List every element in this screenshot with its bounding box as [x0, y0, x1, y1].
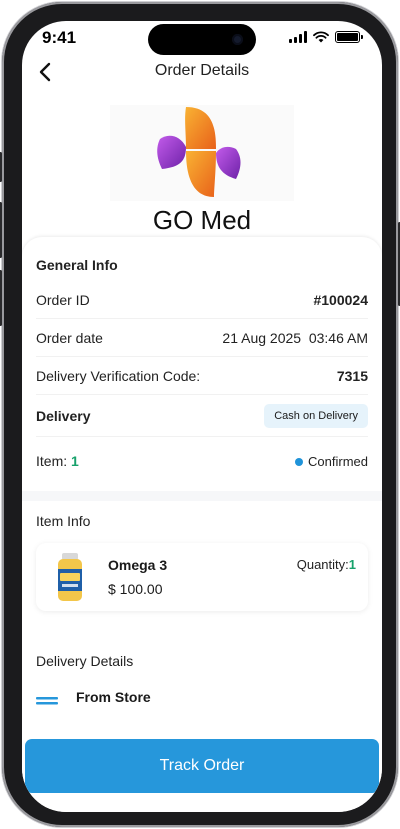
battery-icon: [335, 31, 363, 43]
delivery-row: Delivery Cash on Delivery: [36, 395, 368, 437]
track-order-button[interactable]: Track Order: [25, 739, 379, 793]
store-icon: [36, 697, 58, 705]
front-camera-icon: [232, 34, 243, 45]
item-quantity-label: Quantity:: [296, 557, 349, 572]
order-status-label: Confirmed: [308, 453, 368, 469]
brand-header: GO Med: [22, 101, 382, 241]
delivery-details-section: Delivery Details From Store: [22, 611, 382, 705]
omega-3-bottle-icon: [58, 553, 82, 601]
item-info-section: Item Info Omega 3 $ 100.00 Quantity:1: [22, 501, 382, 611]
top-app-bar: Order Details: [22, 57, 382, 91]
wifi-icon: [313, 31, 329, 43]
volume-up-button: [0, 202, 2, 258]
dynamic-island: [148, 24, 256, 55]
item-quantity-value: 1: [348, 557, 356, 572]
phone-frame: 9:41 Order Details GO Med General Info O…: [0, 2, 400, 827]
delivery-label: Delivery: [36, 407, 91, 424]
item-count: Item: 1: [36, 453, 79, 469]
app-screen: 9:41 Order Details GO Med General Info O…: [22, 21, 382, 812]
item-count-value: 1: [71, 453, 79, 469]
delivery-details-title: Delivery Details: [36, 653, 134, 669]
mute-switch: [0, 152, 2, 182]
order-id-value: #100024: [313, 291, 368, 308]
order-id-label: Order ID: [36, 291, 90, 308]
payment-method-badge: Cash on Delivery: [264, 403, 368, 428]
order-date-value: 21 Aug 2025 03:46 AM: [222, 329, 368, 346]
verification-code-value: 7315: [336, 367, 368, 384]
verification-code-row: Delivery Verification Code: 7315: [36, 357, 368, 395]
general-info-title: General Info: [36, 257, 118, 273]
item-info-title: Item Info: [36, 513, 91, 529]
verification-code-label: Delivery Verification Code:: [36, 367, 201, 384]
status-time: 9:41: [42, 28, 77, 47]
go-med-logo: [110, 105, 294, 201]
order-details-sheet: General Info Order ID #100024 Order date…: [22, 237, 382, 812]
item-count-label: Item:: [36, 453, 68, 469]
general-info-section: General Info Order ID #100024 Order date…: [22, 237, 382, 485]
page-title: Order Details: [154, 62, 250, 79]
status-icons: [289, 31, 363, 43]
from-store-label: From Store: [76, 689, 151, 705]
item-card[interactable]: Omega 3 $ 100.00 Quantity:1: [36, 543, 368, 611]
order-status: Confirmed: [295, 454, 368, 469]
section-divider: [22, 491, 382, 501]
from-store-row: From Store: [36, 689, 368, 705]
item-name: Omega 3: [108, 557, 168, 573]
status-bar: 9:41: [22, 21, 382, 57]
item-price: $ 100.00: [108, 581, 163, 597]
item-quantity: Quantity:1: [297, 557, 356, 572]
item-status-row: Item: 1 Confirmed: [36, 437, 368, 485]
order-date-label: Order date: [36, 329, 103, 346]
cellular-signal-icon: [289, 31, 307, 43]
volume-down-button: [0, 270, 2, 326]
order-id-row: Order ID #100024: [36, 281, 368, 319]
order-date-row: Order date 21 Aug 2025 03:46 AM: [36, 319, 368, 357]
status-dot-icon: [295, 458, 304, 467]
brand-name: GO Med: [152, 205, 252, 235]
